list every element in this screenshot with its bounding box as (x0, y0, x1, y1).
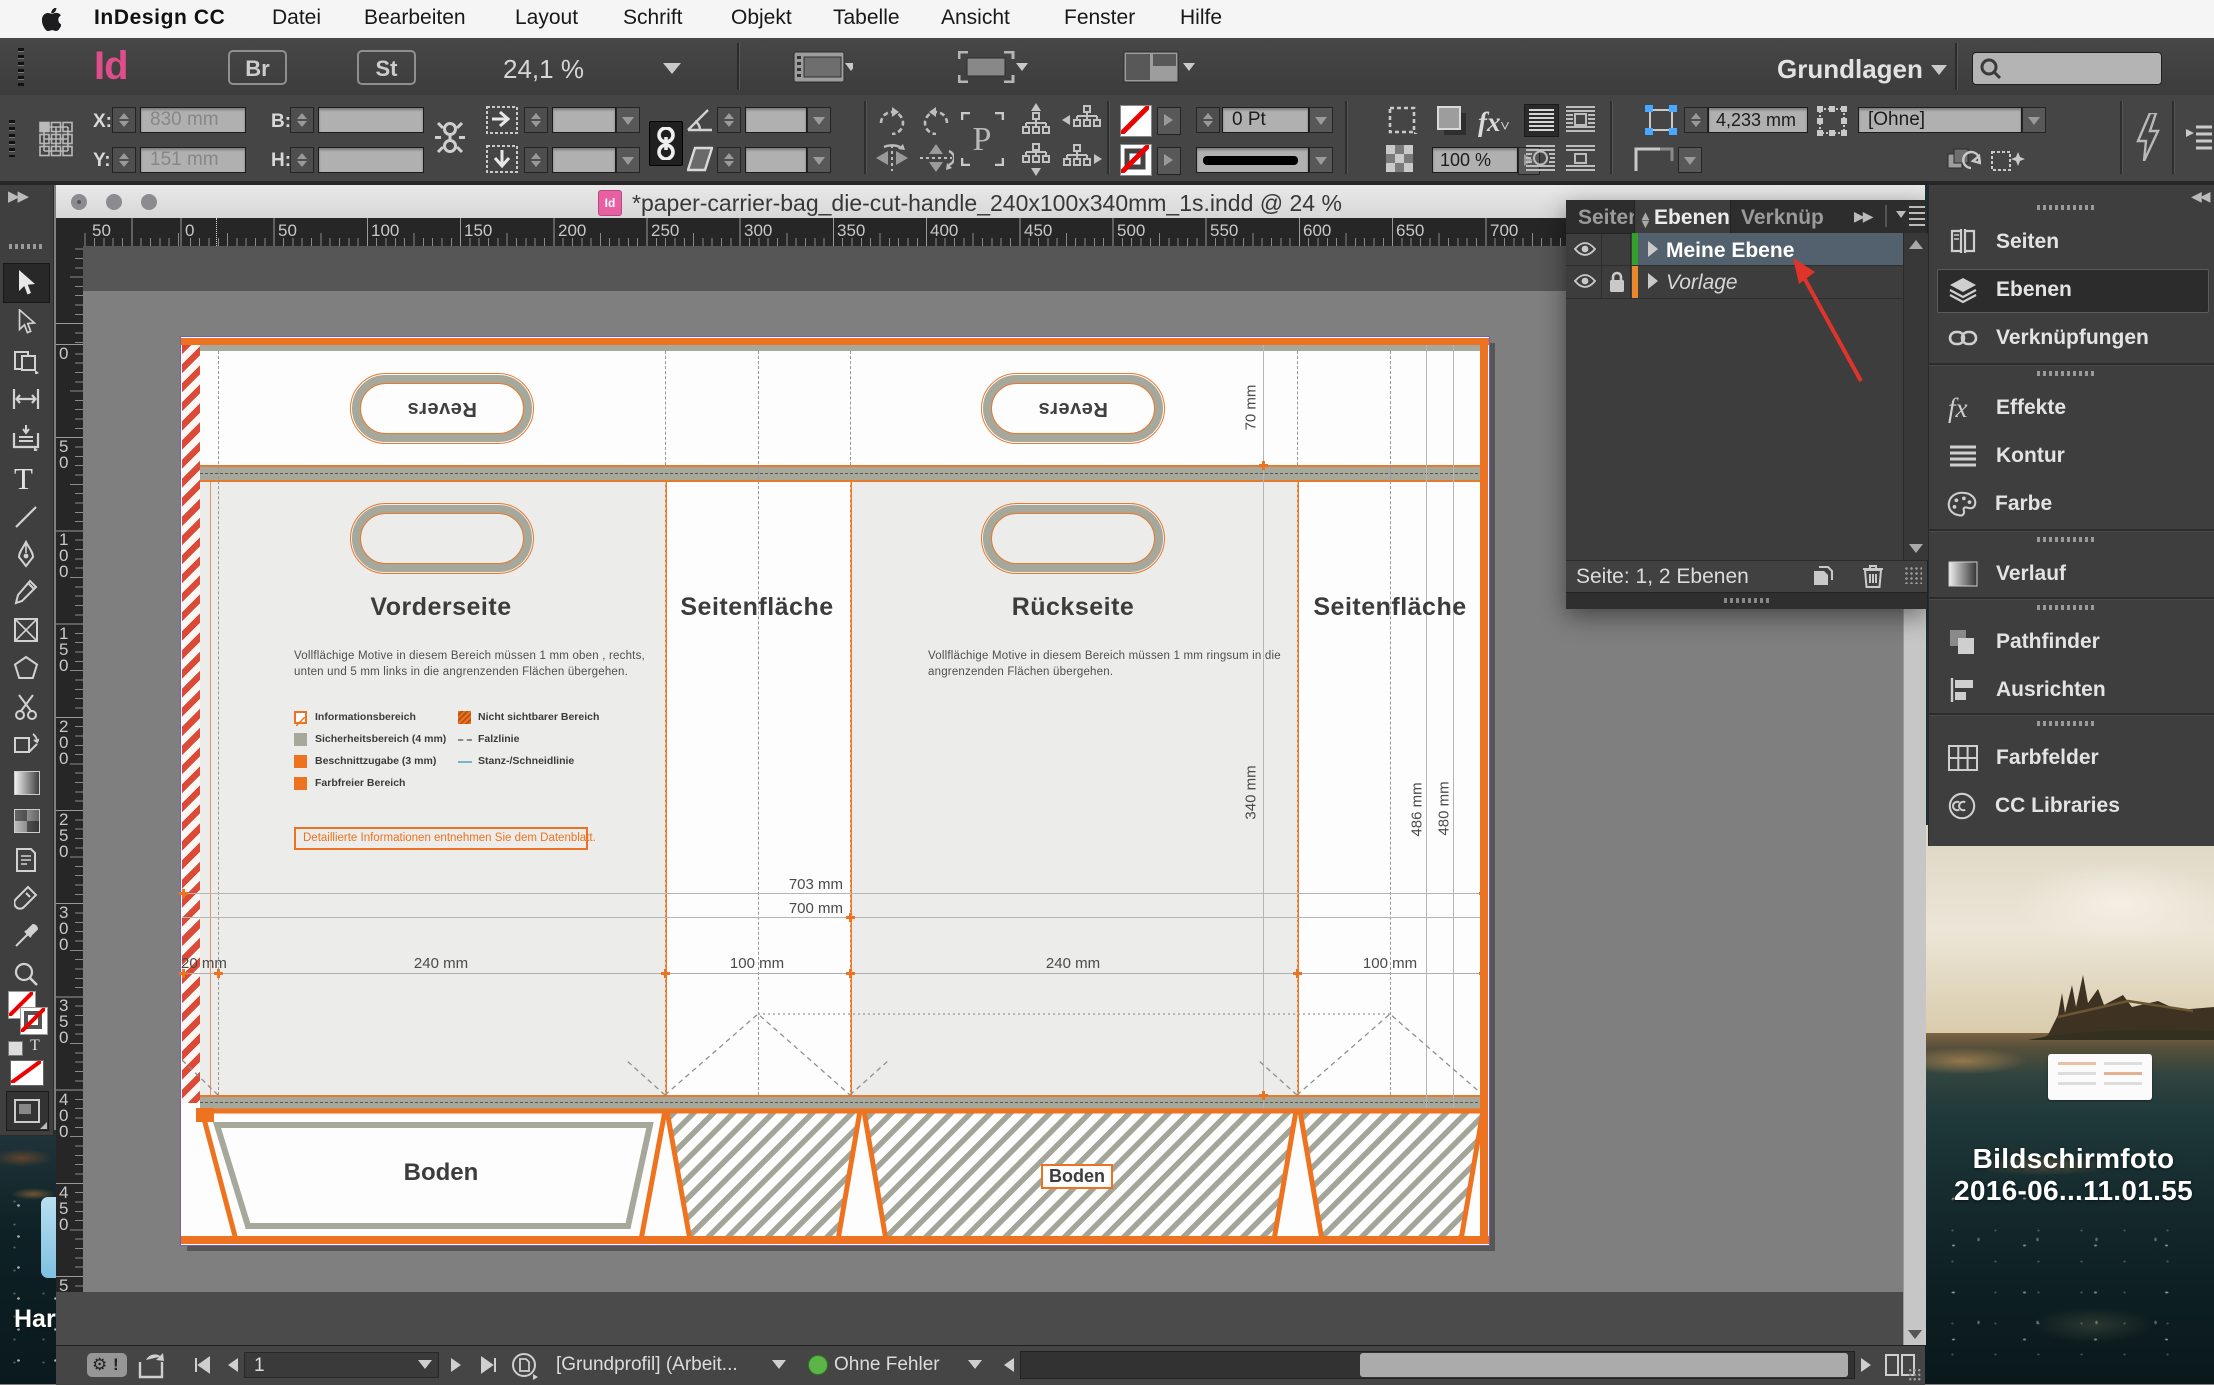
svg-text:P: P (973, 121, 992, 158)
